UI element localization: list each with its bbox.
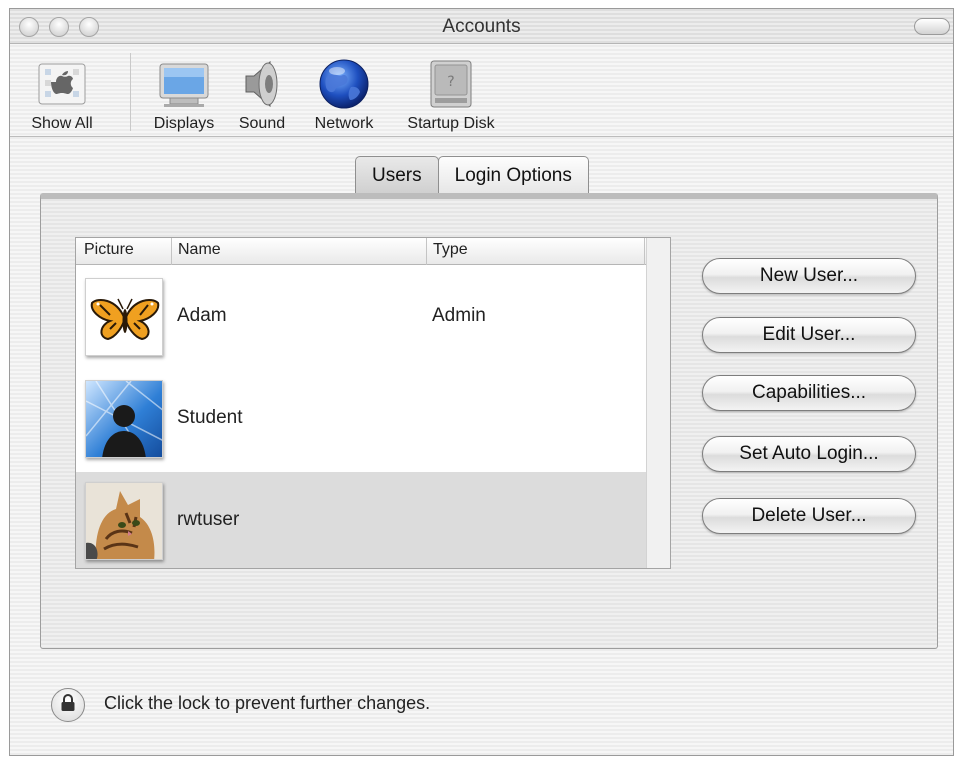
toolbar-item-displays[interactable]: Displays [145, 55, 223, 133]
user-name-cell: rwtuser [177, 509, 240, 530]
window-title: Accounts [442, 16, 521, 37]
toolbar-label-show-all: Show All [31, 115, 93, 132]
user-picture-butterfly [85, 278, 163, 356]
apple-show-all-icon [36, 55, 88, 113]
new-user-button[interactable]: New User... [702, 258, 916, 294]
tab-login-options[interactable]: Login Options [437, 156, 589, 194]
table-row-student[interactable]: Student [76, 370, 648, 470]
user-picture-cat [85, 482, 163, 560]
edit-user-button[interactable]: Edit User... [702, 317, 916, 353]
capabilities-button[interactable]: Capabilities... [702, 375, 916, 411]
table-header: Picture Name Type [76, 238, 670, 265]
column-divider [171, 238, 172, 265]
toolbar-item-network[interactable]: Network [305, 55, 383, 133]
user-picture-silhouette [85, 380, 163, 458]
column-header-name[interactable]: Name [178, 241, 221, 259]
toolbar-item-show-all[interactable]: Show All [20, 55, 104, 133]
toolbar-item-sound[interactable]: Sound [232, 55, 292, 133]
toolbar-label-sound: Sound [238, 115, 286, 132]
toolbar-label-displays: Displays [153, 115, 215, 132]
toolbar: Show All Displays Sound Network ? Startu… [10, 45, 953, 137]
lock-button[interactable] [51, 688, 85, 722]
tab-bar: Users Login Options [355, 156, 589, 194]
display-icon [156, 55, 212, 113]
title-bar: Accounts [10, 9, 953, 44]
table-row-rwtuser[interactable]: rwtuser [76, 472, 648, 568]
lock-icon [59, 693, 77, 718]
hard-disk-icon: ? [425, 55, 477, 113]
set-auto-login-button[interactable]: Set Auto Login... [702, 436, 916, 472]
user-name-cell: Adam [177, 305, 227, 326]
column-header-type[interactable]: Type [433, 241, 468, 259]
svg-text:?: ? [447, 74, 454, 90]
table-row-adam[interactable]: Adam Admin [76, 268, 648, 368]
users-table: Picture Name Type Adam Admin Student rwt… [75, 237, 671, 569]
tab-users[interactable]: Users [355, 156, 439, 194]
toolbar-toggle-button[interactable] [914, 18, 950, 35]
globe-icon [317, 55, 371, 113]
column-divider [426, 238, 427, 265]
user-type-cell: Admin [432, 305, 486, 326]
toolbar-label-network: Network [314, 115, 374, 132]
delete-user-button[interactable]: Delete User... [702, 498, 916, 534]
speaker-icon [238, 55, 286, 113]
table-scrollbar[interactable] [646, 238, 670, 568]
column-divider [644, 238, 645, 265]
lock-status-text: Click the lock to prevent further change… [104, 693, 431, 713]
user-name-cell: Student [177, 407, 243, 428]
toolbar-label-startup-disk: Startup Disk [407, 115, 495, 132]
accounts-window: Accounts Show All Displays Sound Network… [9, 8, 954, 756]
toolbar-separator [130, 53, 131, 131]
column-header-picture[interactable]: Picture [84, 241, 134, 259]
toolbar-item-startup-disk[interactable]: ? Startup Disk [395, 55, 507, 133]
